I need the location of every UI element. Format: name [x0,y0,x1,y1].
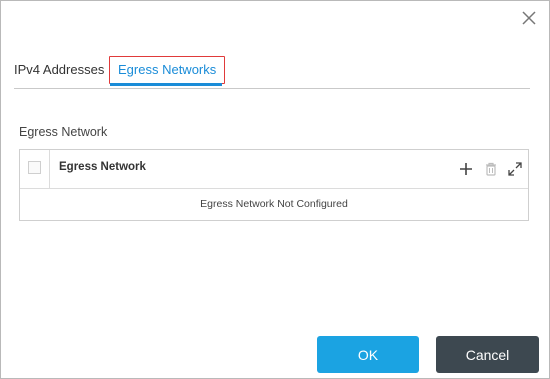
tab-ipv4-addresses[interactable]: IPv4 Addresses [14,56,104,84]
grid-header: Egress Network [20,150,528,189]
column-header-egress-network: Egress Network [59,161,146,173]
close-icon[interactable] [521,10,537,26]
cancel-button[interactable]: Cancel [436,336,539,373]
tab-bar: IPv4 Addresses Egress Networks [14,56,530,89]
select-all-cell [20,150,50,188]
egress-network-grid: Egress Network Egress Network Not Config… [19,149,529,221]
empty-state-message: Egress Network Not Configured [200,198,348,210]
dialog: IPv4 Addresses Egress Networks Egress Ne… [0,0,550,379]
ok-button[interactable]: OK [317,336,419,373]
select-all-checkbox[interactable] [28,161,41,174]
active-tab-indicator [110,83,222,86]
section-label: Egress Network [19,125,108,139]
plus-icon[interactable] [458,161,474,177]
tab-egress-networks[interactable]: Egress Networks [109,56,226,84]
trash-icon[interactable] [483,161,499,177]
expand-icon[interactable] [507,161,523,177]
